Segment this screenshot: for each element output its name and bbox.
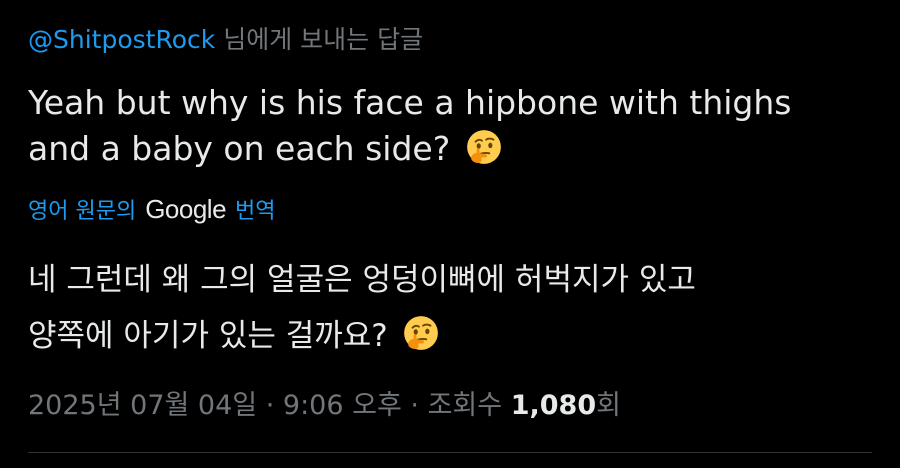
divider [28,452,872,453]
meta-separator: · [265,390,275,421]
translation-suffix[interactable]: 번역 [235,199,275,224]
reply-suffix: 님에게 보내는 답글 [223,25,424,54]
views-label: 조회수 [427,390,503,421]
translation-prefix[interactable]: 영어 원문의 [28,199,136,224]
translation-attribution: 영어 원문의 Google 번역 [28,192,276,229]
google-logo: Google [145,194,227,224]
meta-separator: · [410,390,419,421]
tweet-text-line-1: Yeah but why is his face a hipbone with … [28,83,792,122]
tweet-date[interactable]: 2025년 07월 04일 [28,390,257,421]
thinking-face-icon-translated [403,316,438,350]
views-unit: 회 [596,390,621,421]
reply-context: @ShitpostRock 님에게 보내는 답글 [28,22,423,58]
tweet-time[interactable]: 9:06 오후 [283,390,402,421]
translated-text: 네 그런데 왜 그의 얼굴은 엉덩이뼈에 허벅지가 있고 양쪽에 아기가 있는 … [28,252,878,364]
translated-text-line-2: 양쪽에 아기가 있는 걸까요? [28,318,388,354]
thinking-face-icon [466,130,501,164]
tweet-text-line-2: and a baby on each side? [28,129,451,168]
translated-text-line-1: 네 그런데 왜 그의 얼굴은 엉덩이뼈에 허벅지가 있고 [28,262,696,298]
views-count: 1,080 [510,390,597,421]
reply-handle-link[interactable]: @ShitpostRock [28,25,215,54]
tweet-text: Yeah but why is his face a hipbone with … [28,80,878,172]
tweet-meta: 2025년 07월 04일 · 9:06 오후 · 조회수 1,080회 [28,386,621,426]
